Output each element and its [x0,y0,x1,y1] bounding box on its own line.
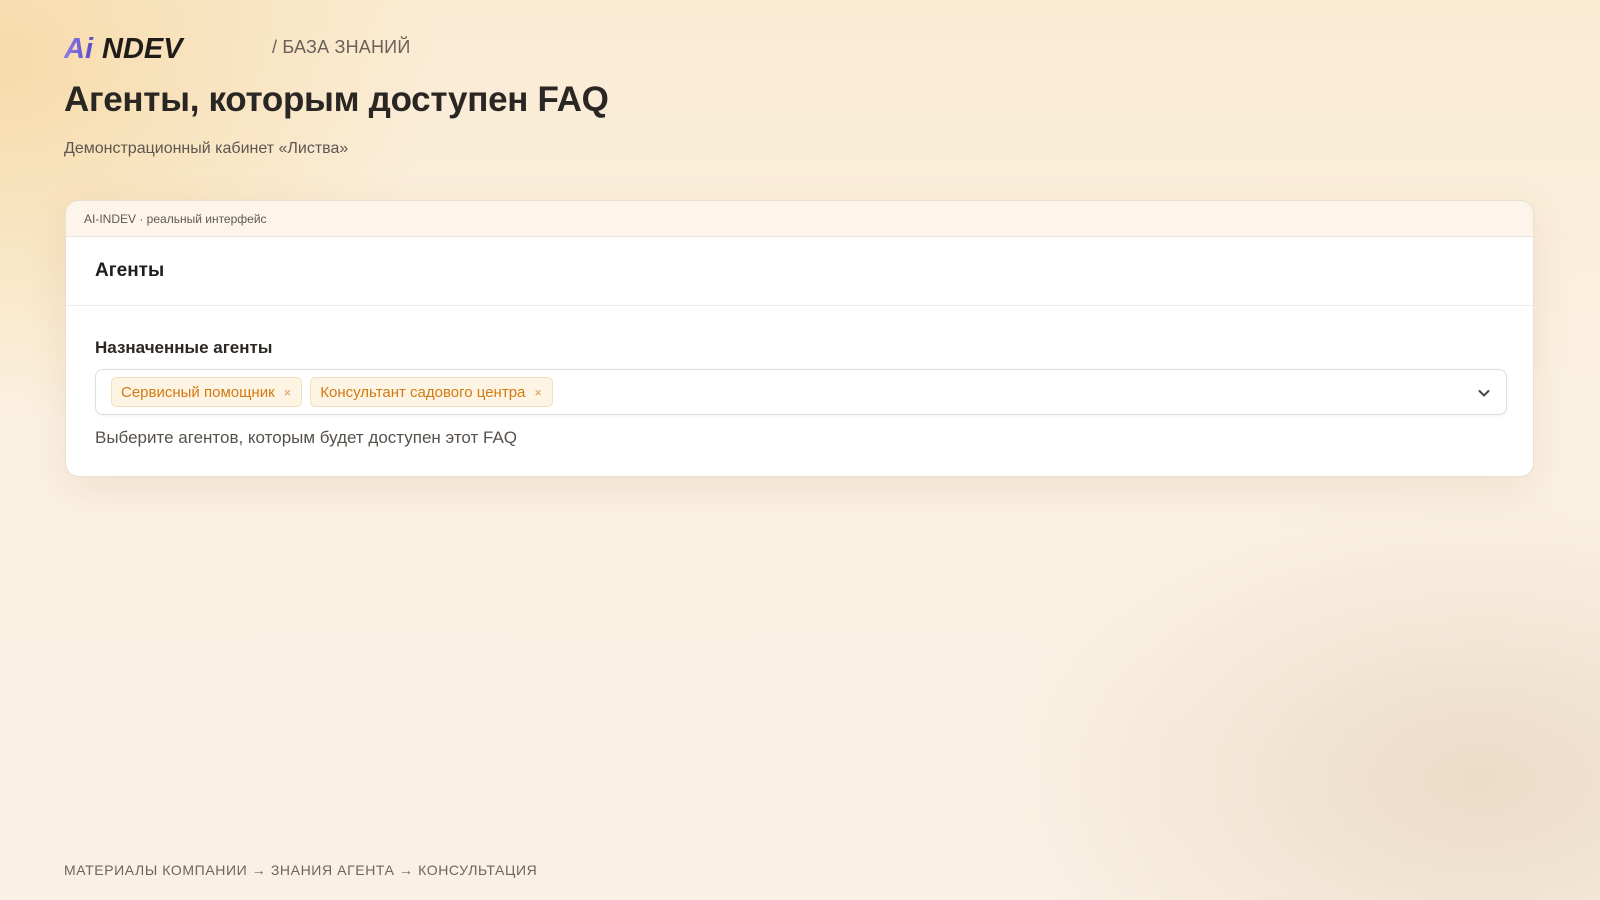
chevron-down-icon[interactable] [1476,385,1492,401]
page-title: Агенты, которым доступен FAQ [64,80,609,119]
page-subtitle: Демонстрационный кабинет «Листва» [64,140,349,157]
close-icon[interactable]: × [534,386,542,399]
agents-panel: AI-INDEV · реальный интерфейс Агенты Наз… [65,200,1534,477]
logo-main-text: NDEV [102,33,185,62]
panel-topbar: AI-INDEV · реальный интерфейс [66,201,1533,237]
assigned-agents-multiselect[interactable]: Сервисный помощник × Консультант садовог… [95,369,1507,415]
brand-row: Ai NDEV / БАЗА ЗНАНИЙ [64,32,410,62]
agent-tag-label: Сервисный помощник [121,383,275,401]
assigned-agents-label: Назначенные агенты [95,338,273,357]
logo-accent-text: Ai [64,33,94,62]
agent-tag-garden-consultant: Консультант садового центра × [310,377,553,407]
agent-tag-service-assistant: Сервисный помощник × [111,377,303,407]
close-icon[interactable]: × [284,386,292,399]
agent-tag-label: Консультант садового центра [320,383,526,401]
breadcrumb[interactable]: / БАЗА ЗНАНИЙ [272,37,410,58]
footer-flow: МАТЕРИАЛЫ КОМПАНИИ → ЗНАНИЯ АГЕНТА → КОН… [64,862,538,878]
field-hint: Выберите агентов, которым будет доступен… [95,428,518,447]
logo[interactable]: Ai NDEV [64,32,250,62]
section-title: Агенты [66,237,1533,306]
